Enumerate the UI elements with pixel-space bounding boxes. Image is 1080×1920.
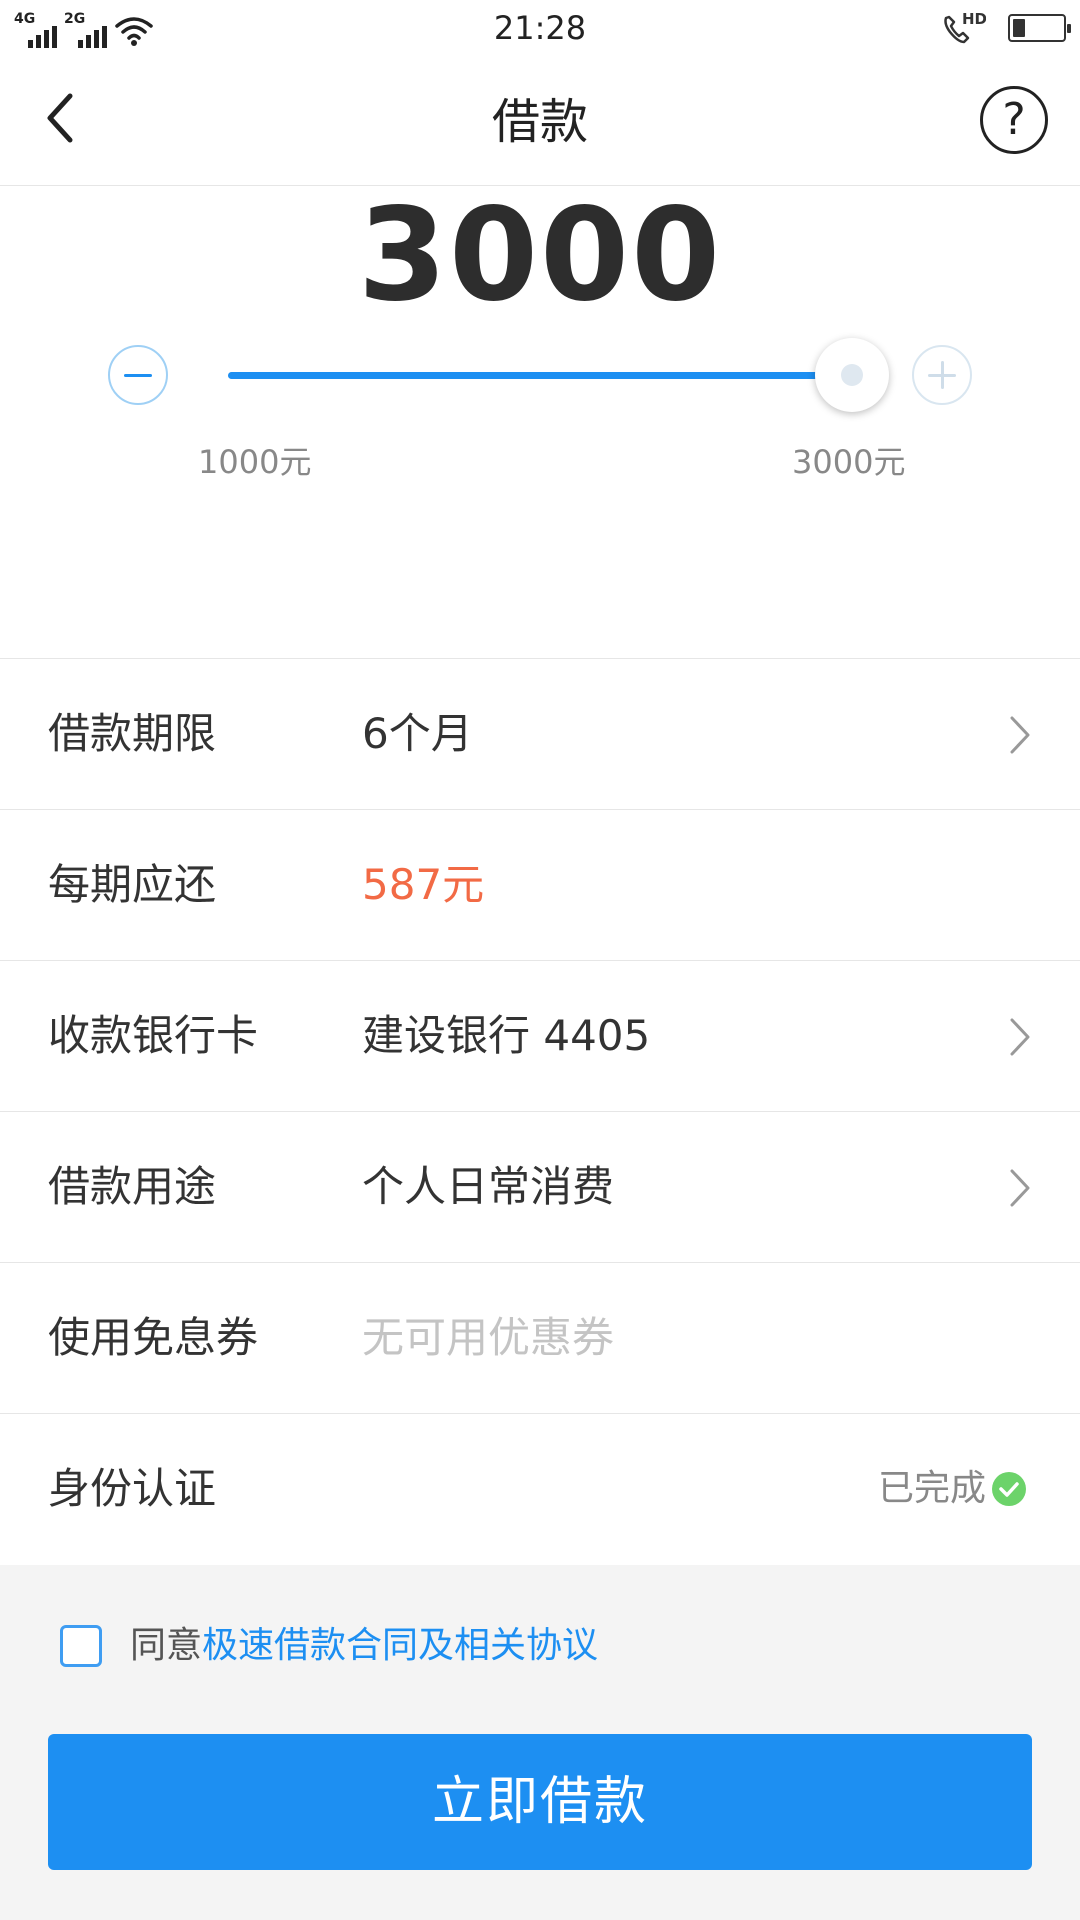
row-label: 使用免息券 — [48, 1313, 259, 1362]
amount-slider-thumb[interactable] — [815, 338, 889, 412]
slider-min-label: 1000元 — [198, 443, 312, 481]
installment-value: 587元 — [362, 860, 485, 909]
loan-details-list: 借款期限 6个月 每期应还 587元 收款银行卡 建设银行 4405 借款用途 … — [0, 659, 1080, 1565]
row-label: 收款银行卡 — [48, 1011, 259, 1060]
agreement-link[interactable]: 极速借款合同及相关协议 — [202, 1625, 598, 1666]
row-loan-purpose[interactable]: 借款用途 个人日常消费 — [0, 1112, 1080, 1263]
bottom-panel: 同意极速借款合同及相关协议 立即借款 — [0, 1565, 1080, 1920]
chevron-right-icon — [1010, 1169, 1030, 1207]
loan-term-value: 6个月 — [362, 709, 473, 758]
row-bank-card[interactable]: 收款银行卡 建设银行 4405 — [0, 961, 1080, 1112]
row-label: 借款期限 — [48, 709, 217, 758]
status-right: HD — [940, 8, 1071, 48]
amount-slider-track[interactable] — [228, 372, 852, 379]
loan-page: 4G 2G 21:28 HD 借款 ? 3000 1000元 3000元 借款期… — [0, 0, 1080, 1920]
plus-circle-icon[interactable] — [912, 345, 972, 405]
chevron-right-icon — [1010, 1018, 1030, 1056]
row-coupon[interactable]: 使用免息券 无可用优惠券 — [0, 1263, 1080, 1414]
row-label: 每期应还 — [48, 860, 217, 909]
amount-slider-fill — [228, 372, 852, 379]
help-icon: ? — [1002, 94, 1026, 145]
loan-purpose-value: 个人日常消费 — [362, 1162, 615, 1211]
submit-loan-button[interactable]: 立即借款 — [48, 1734, 1032, 1870]
help-button[interactable]: ? — [980, 86, 1048, 154]
status-bar: 4G 2G 21:28 HD — [0, 0, 1080, 58]
battery-icon — [1008, 14, 1071, 42]
chevron-left-icon[interactable] — [36, 86, 96, 150]
check-circle-icon — [992, 1472, 1026, 1506]
hd-label: HD — [962, 10, 986, 28]
agreement-prefix: 同意 — [130, 1625, 203, 1666]
status-time: 21:28 — [493, 9, 587, 47]
row-loan-term[interactable]: 借款期限 6个月 — [0, 659, 1080, 810]
agreement-text: 同意极速借款合同及相关协议 — [130, 1621, 598, 1671]
agreement-checkbox[interactable] — [60, 1625, 102, 1667]
loan-amount-value: 3000 — [357, 181, 723, 330]
row-installment: 每期应还 587元 — [0, 810, 1080, 961]
page-title: 借款 — [491, 94, 588, 150]
nav-bar: 借款 ? — [0, 58, 1080, 186]
row-identity-verification: 身份认证 已完成 — [0, 1414, 1080, 1565]
row-label: 借款用途 — [48, 1162, 217, 1211]
battery-level — [1013, 19, 1025, 37]
hd-call-icon: HD — [944, 10, 986, 44]
verification-status: 已完成 — [877, 1468, 986, 1509]
row-label: 身份认证 — [48, 1464, 217, 1513]
chevron-right-icon — [1010, 716, 1030, 754]
bank-card-value: 建设银行 4405 — [362, 1011, 651, 1060]
coupon-value: 无可用优惠券 — [362, 1313, 615, 1362]
minus-circle-icon[interactable] — [108, 345, 168, 405]
slider-max-label: 3000元 — [792, 443, 906, 481]
